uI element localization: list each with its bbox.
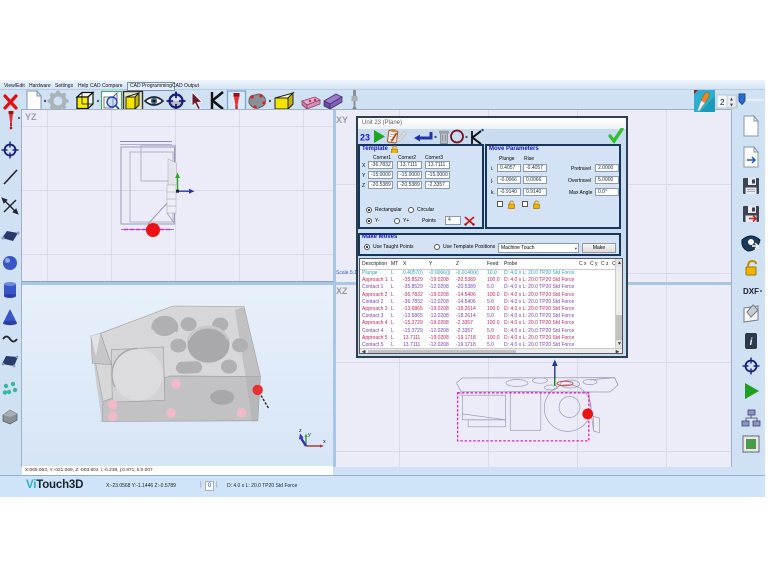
svg-text:23: 23 [360,133,370,143]
svg-text:2: 2 [720,98,725,107]
svg-text:z: z [299,428,302,434]
svg-text:x: x [323,439,326,445]
svg-text:▼: ▼ [729,103,734,109]
svg-text:y: y [308,432,311,438]
